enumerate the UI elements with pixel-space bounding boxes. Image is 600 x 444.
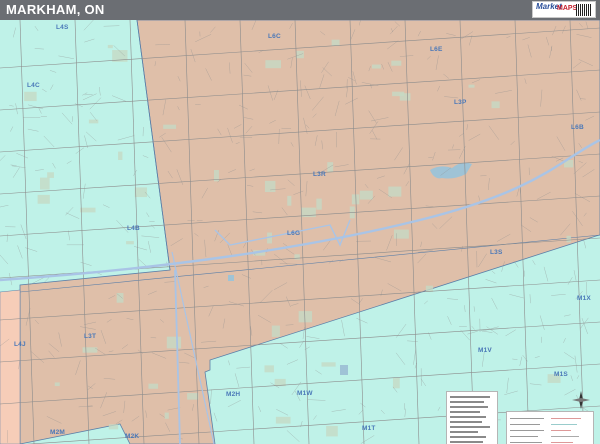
park-area	[40, 177, 50, 190]
park-area	[275, 416, 291, 424]
park-area	[126, 241, 134, 245]
park-area	[264, 180, 276, 193]
park-area	[468, 84, 475, 88]
postal-label: L6E	[430, 46, 443, 53]
key-line	[510, 418, 544, 419]
key-swatch	[551, 436, 579, 437]
legend-row	[450, 426, 490, 428]
park-area	[166, 336, 182, 349]
park-area	[163, 124, 177, 129]
compass-rose-icon	[572, 391, 590, 409]
park-area	[392, 91, 405, 97]
park-area	[37, 194, 50, 204]
park-area	[287, 195, 292, 206]
postal-label: L4B	[127, 225, 140, 232]
key-swatch	[551, 442, 573, 443]
map-canvas[interactable]: L4S L6C L6E L4C L3P L6B L3R L4B L6G L3S …	[0, 20, 600, 444]
postal-label: L4C	[27, 82, 40, 89]
legend-row	[450, 401, 484, 403]
park-area	[107, 44, 113, 49]
key-swatch	[551, 430, 571, 431]
legend-row	[450, 416, 486, 418]
postal-label: L6G	[287, 230, 301, 237]
legend-row	[450, 436, 486, 438]
key-line	[510, 430, 544, 431]
legend-row	[450, 411, 480, 413]
park-area	[80, 207, 96, 213]
park-area	[264, 365, 274, 373]
key-swatch	[551, 424, 577, 425]
park-area	[321, 362, 336, 367]
postal-label: M2H	[226, 391, 241, 398]
postal-label: L6B	[571, 124, 584, 131]
park-area	[24, 91, 37, 102]
park-area	[491, 101, 500, 109]
logo-text-maps: MAPS	[557, 5, 578, 12]
postal-label: M1T	[362, 425, 376, 432]
key-line	[510, 436, 538, 437]
park-area	[88, 119, 99, 124]
park-area	[148, 383, 159, 389]
postal-label: L3R	[313, 171, 326, 178]
park-area	[326, 425, 338, 437]
park-area	[108, 424, 119, 430]
postal-label: L3S	[490, 249, 503, 256]
postal-label: L4S	[56, 24, 69, 31]
park-area	[392, 377, 400, 389]
park-area	[54, 382, 60, 387]
postal-label: L4J	[14, 341, 26, 348]
park-area	[327, 162, 334, 173]
postal-label: L6C	[268, 33, 281, 40]
legend-row	[450, 406, 488, 408]
postal-label: M2M	[50, 429, 66, 436]
park-area	[388, 186, 402, 197]
park-area	[359, 190, 373, 200]
publisher-logo: Market MAPS	[532, 1, 596, 18]
park-area	[391, 60, 402, 66]
map-key-box	[506, 411, 594, 444]
postal-label: M1S	[554, 371, 568, 378]
park-area	[271, 325, 280, 337]
barcode-icon	[576, 4, 592, 16]
postal-label: M1V	[478, 347, 492, 354]
park-area	[566, 235, 571, 243]
park-area	[316, 198, 322, 210]
postal-label: M1X	[577, 295, 591, 302]
park-area	[331, 39, 340, 46]
legend-row	[450, 431, 478, 433]
pond	[228, 275, 234, 281]
title-bar: MARKHAM, ON Market MAPS	[0, 0, 600, 20]
zone-peach	[0, 289, 21, 444]
map-title: MARKHAM, ON	[6, 2, 105, 17]
park-area	[118, 151, 123, 161]
park-area	[265, 60, 282, 69]
legend-row	[450, 396, 490, 398]
key-swatch	[551, 418, 581, 419]
pond	[340, 365, 348, 375]
park-area	[371, 64, 381, 69]
postal-label: L3T	[84, 333, 97, 340]
park-area	[164, 412, 169, 419]
key-line	[510, 424, 540, 425]
map-legend	[446, 391, 498, 444]
park-area	[82, 347, 98, 353]
key-line	[510, 442, 542, 443]
park-area	[298, 311, 313, 323]
park-area	[47, 172, 54, 178]
park-area	[187, 393, 199, 400]
legend-row	[450, 441, 483, 443]
legend-row	[450, 421, 482, 423]
postal-label: L3P	[454, 99, 467, 106]
map-page: MARKHAM, ON Market MAPS L4S L6C L6E L4C …	[0, 0, 600, 444]
postal-label: M2K	[125, 433, 140, 440]
park-area	[294, 254, 300, 260]
postal-label: M1W	[297, 390, 313, 397]
